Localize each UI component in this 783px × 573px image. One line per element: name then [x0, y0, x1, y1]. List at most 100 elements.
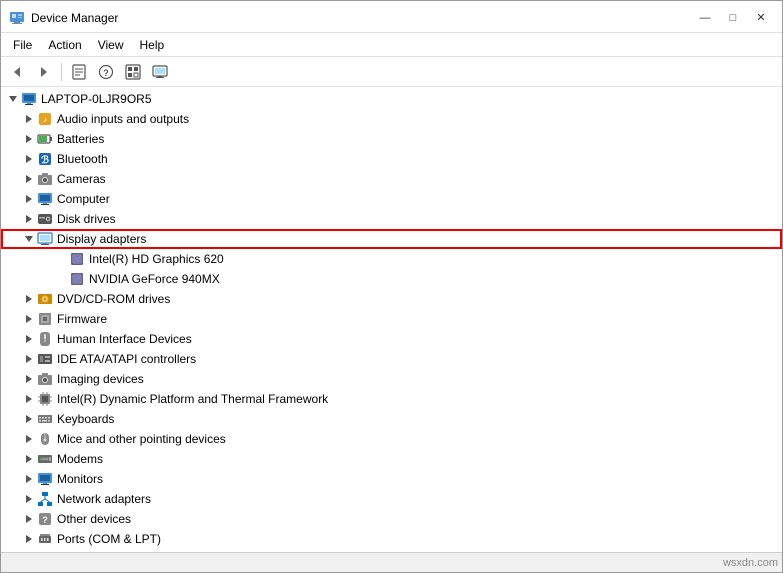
tree-root[interactable]: LAPTOP-0LJR9OR5 — [1, 89, 782, 109]
bluetooth-icon: ℬ — [37, 151, 53, 167]
forward-icon — [37, 65, 51, 79]
status-bar: wsxdn.com — [1, 552, 782, 572]
disk-expand-arrow[interactable] — [21, 211, 37, 227]
batteries-icon — [37, 131, 53, 147]
title-bar: Device Manager — □ ✕ — [1, 1, 782, 33]
firmware-icon — [37, 311, 53, 327]
disk-icon — [37, 211, 53, 227]
monitors-expand-arrow[interactable] — [21, 471, 37, 487]
other-expand-arrow[interactable] — [21, 511, 37, 527]
main-content: LAPTOP-0LJR9OR5 ♪ Audio inputs and outpu… — [1, 87, 782, 552]
firmware-expand-arrow[interactable] — [21, 311, 37, 327]
tree-item-nvidia-gpu[interactable]: NVIDIA GeForce 940MX — [1, 269, 782, 289]
tree-item-audio[interactable]: ♪ Audio inputs and outputs — [1, 109, 782, 129]
intel-platform-label: Intel(R) Dynamic Platform and Thermal Fr… — [57, 392, 328, 406]
tree-item-modems[interactable]: Modems — [1, 449, 782, 469]
computer-label: Computer — [57, 192, 110, 206]
toolbar: ? — [1, 57, 782, 87]
nvidia-gpu-label: NVIDIA GeForce 940MX — [89, 272, 220, 286]
close-button[interactable]: ✕ — [748, 8, 774, 28]
hid-expand-arrow[interactable] — [21, 331, 37, 347]
menu-file[interactable]: File — [5, 36, 40, 54]
display-expand-arrow[interactable] — [21, 231, 37, 247]
hid-icon — [37, 331, 53, 347]
tree-item-cameras[interactable]: Cameras — [1, 169, 782, 189]
bluetooth-expand-arrow[interactable] — [21, 151, 37, 167]
cameras-expand-arrow[interactable] — [21, 171, 37, 187]
tree-item-ide[interactable]: IDE ATA/ATAPI controllers — [1, 349, 782, 369]
tree-item-display-adapters[interactable]: Display adapters — [1, 229, 782, 249]
firmware-label: Firmware — [57, 312, 107, 326]
intel-platform-icon — [37, 391, 53, 407]
mice-label: Mice and other pointing devices — [57, 432, 226, 446]
imaging-icon — [37, 371, 53, 387]
tree-item-hid[interactable]: Human Interface Devices — [1, 329, 782, 349]
tree-item-keyboards[interactable]: Keyboards — [1, 409, 782, 429]
title-bar-left: Device Manager — [9, 10, 118, 26]
help-button[interactable]: ? — [94, 61, 118, 83]
scan-button[interactable] — [121, 61, 145, 83]
mice-icon — [37, 431, 53, 447]
menu-bar: File Action View Help — [1, 33, 782, 57]
mice-expand-arrow[interactable] — [21, 431, 37, 447]
display-icon — [37, 231, 53, 247]
tree-item-monitors[interactable]: Monitors — [1, 469, 782, 489]
modems-expand-arrow[interactable] — [21, 451, 37, 467]
tree-item-other[interactable]: ? Other devices — [1, 509, 782, 529]
tree-item-intel-gpu[interactable]: Intel(R) HD Graphics 620 — [1, 249, 782, 269]
tree-item-ports[interactable]: Ports (COM & LPT) — [1, 529, 782, 549]
back-button[interactable] — [5, 61, 29, 83]
tree-item-network[interactable]: Network adapters — [1, 489, 782, 509]
intel-gpu-icon — [69, 251, 85, 267]
minimize-button[interactable]: — — [692, 8, 718, 28]
tree-item-disk-drives[interactable]: Disk drives — [1, 209, 782, 229]
ports-expand-arrow[interactable] — [21, 531, 37, 547]
computer-expand-arrow[interactable] — [21, 191, 37, 207]
devices-view-button[interactable] — [148, 61, 172, 83]
ide-icon — [37, 351, 53, 367]
svg-text:ℬ: ℬ — [41, 154, 49, 166]
menu-help[interactable]: Help — [132, 36, 173, 54]
svg-text:?: ? — [42, 515, 48, 525]
title-text: Device Manager — [31, 11, 118, 25]
nvidia-gpu-arrow-placeholder — [53, 271, 69, 287]
menu-view[interactable]: View — [90, 36, 132, 54]
help-icon: ? — [98, 64, 114, 80]
root-label: LAPTOP-0LJR9OR5 — [41, 92, 152, 106]
dvd-expand-arrow[interactable] — [21, 291, 37, 307]
disk-drives-label: Disk drives — [57, 212, 116, 226]
properties-button[interactable] — [67, 61, 91, 83]
maximize-button[interactable]: □ — [720, 8, 746, 28]
monitors-label: Monitors — [57, 472, 103, 486]
tree-item-dvd[interactable]: DVD/CD-ROM drives — [1, 289, 782, 309]
imaging-expand-arrow[interactable] — [21, 371, 37, 387]
forward-button[interactable] — [32, 61, 56, 83]
tree-item-bluetooth[interactable]: ℬ Bluetooth — [1, 149, 782, 169]
modems-icon — [37, 451, 53, 467]
tree-item-imaging[interactable]: Imaging devices — [1, 369, 782, 389]
intel-platform-expand-arrow[interactable] — [21, 391, 37, 407]
ide-expand-arrow[interactable] — [21, 351, 37, 367]
back-icon — [10, 65, 24, 79]
tree-item-computer[interactable]: Computer — [1, 189, 782, 209]
computer-icon — [21, 91, 37, 107]
audio-expand-arrow[interactable] — [21, 111, 37, 127]
keyboards-expand-arrow[interactable] — [21, 411, 37, 427]
ports-label: Ports (COM & LPT) — [57, 532, 161, 546]
menu-action[interactable]: Action — [40, 36, 89, 54]
other-icon: ? — [37, 511, 53, 527]
tree-item-batteries[interactable]: Batteries — [1, 129, 782, 149]
monitor-icon — [152, 64, 168, 80]
tree-item-intel-platform[interactable]: Intel(R) Dynamic Platform and Thermal Fr… — [1, 389, 782, 409]
dvd-label: DVD/CD-ROM drives — [57, 292, 170, 306]
root-expand-arrow[interactable] — [5, 91, 21, 107]
batteries-label: Batteries — [57, 132, 104, 146]
tree-container[interactable]: LAPTOP-0LJR9OR5 ♪ Audio inputs and outpu… — [1, 87, 782, 552]
network-expand-arrow[interactable] — [21, 491, 37, 507]
title-bar-controls: — □ ✕ — [692, 8, 774, 28]
cameras-icon — [37, 171, 53, 187]
tree-item-firmware[interactable]: Firmware — [1, 309, 782, 329]
modems-label: Modems — [57, 452, 103, 466]
tree-item-mice[interactable]: Mice and other pointing devices — [1, 429, 782, 449]
batteries-expand-arrow[interactable] — [21, 131, 37, 147]
